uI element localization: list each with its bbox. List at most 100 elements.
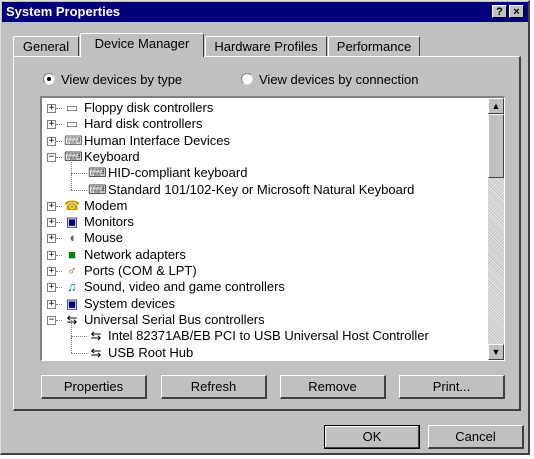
expand-icon[interactable]: + bbox=[47, 120, 56, 130]
tree-connector bbox=[56, 238, 62, 240]
system-properties-window: System Properties ? × General Device Man… bbox=[0, 0, 530, 455]
help-button[interactable]: ? bbox=[492, 5, 507, 18]
tab-hardware-profiles[interactable]: Hardware Profiles bbox=[205, 36, 327, 57]
tree-connector bbox=[56, 319, 62, 321]
tree-connector bbox=[56, 205, 62, 207]
expand-icon[interactable]: + bbox=[47, 299, 56, 309]
usb-icon: ⇆ bbox=[66, 311, 78, 327]
keyboard-icon: ⌨ bbox=[88, 181, 107, 197]
collapse-icon[interactable]: − bbox=[47, 315, 56, 325]
tree-category-item[interactable]: + ♂ Ports (COM & LPT) bbox=[42, 263, 482, 279]
tree-connector bbox=[56, 156, 62, 158]
view-by-type-radio[interactable] bbox=[43, 73, 55, 85]
tree-item-label: Modem bbox=[84, 197, 128, 213]
tree-item-label: Floppy disk controllers bbox=[84, 100, 214, 115]
expand-icon[interactable]: + bbox=[47, 136, 56, 146]
tree-category-item[interactable]: + ▣ Monitors bbox=[42, 214, 482, 230]
tab-performance[interactable]: Performance bbox=[328, 36, 420, 57]
tree-category-item[interactable]: + ♫ Sound, video and game controllers bbox=[42, 279, 482, 295]
title-bar[interactable]: System Properties ? × bbox=[2, 2, 528, 22]
system-icon: ▣ bbox=[65, 295, 79, 311]
floppy-icon: ▭ bbox=[65, 100, 79, 115]
tree-item-label: Network adapters bbox=[84, 246, 186, 262]
mouse-icon: ◖ bbox=[68, 230, 76, 246]
properties-button[interactable]: Properties bbox=[41, 375, 147, 399]
tree-item-label: USB Root Hub bbox=[108, 344, 194, 360]
tree-item-label: Keyboard bbox=[84, 148, 140, 164]
collapse-icon[interactable]: − bbox=[47, 152, 56, 162]
expand-icon[interactable]: + bbox=[47, 234, 56, 244]
keyboard-icon: ⌨ bbox=[88, 165, 107, 181]
tree-connector bbox=[56, 222, 62, 224]
tree-item-label: Ports (COM & LPT) bbox=[84, 263, 197, 278]
expand-icon[interactable]: + bbox=[47, 250, 56, 260]
keyboard-icon: ⌨ bbox=[64, 148, 83, 164]
tree-item-label: Monitors bbox=[84, 214, 134, 230]
tree-category-item[interactable]: + ▭ Floppy disk controllers bbox=[42, 100, 482, 116]
port-icon: ♂ bbox=[67, 263, 77, 278]
refresh-button[interactable]: Refresh bbox=[161, 375, 267, 399]
usb-icon: ⇆ bbox=[90, 344, 102, 360]
tree-connector bbox=[71, 173, 72, 190]
monitor-icon: ▣ bbox=[65, 214, 79, 230]
view-by-connection-option[interactable]: View devices by connection bbox=[241, 71, 418, 87]
tree-device-item[interactable]: ⌨ HID-compliant keyboard bbox=[42, 157, 482, 181]
sound-icon: ♫ bbox=[67, 279, 77, 295]
scroll-thumb[interactable] bbox=[488, 114, 504, 178]
tree-item-label: Hard disk controllers bbox=[84, 116, 203, 132]
tree-category-item[interactable]: + ☎ Modem bbox=[42, 198, 482, 214]
tree-connector bbox=[71, 173, 87, 175]
cancel-button[interactable]: Cancel bbox=[428, 425, 524, 449]
tree-device-item[interactable]: ⇆ Intel 82371AB/EB PCI to USB Universal H… bbox=[42, 320, 482, 344]
view-by-type-label: View devices by type bbox=[61, 71, 183, 87]
tree-connector bbox=[71, 352, 87, 354]
scroll-down-button[interactable]: ▼ bbox=[488, 344, 504, 360]
tree-category-item[interactable]: + ◖ Mouse bbox=[42, 230, 482, 246]
ok-button[interactable]: OK bbox=[324, 425, 420, 449]
tree-category-item[interactable]: + ▭ Hard disk controllers bbox=[42, 116, 482, 132]
usb-icon: ⇆ bbox=[90, 328, 102, 344]
view-by-type-option[interactable]: View devices by type bbox=[43, 71, 182, 87]
window-title: System Properties bbox=[6, 4, 121, 19]
tree-connector bbox=[56, 287, 62, 289]
expand-icon[interactable]: + bbox=[47, 104, 56, 113]
expand-icon[interactable]: + bbox=[47, 218, 56, 228]
tree-item-label: System devices bbox=[84, 295, 176, 311]
remove-button[interactable]: Remove bbox=[280, 375, 386, 399]
network-icon: ■ bbox=[68, 246, 76, 262]
tree-connector bbox=[71, 336, 87, 338]
print-button[interactable]: Print... bbox=[399, 375, 505, 399]
view-by-connection-label: View devices by connection bbox=[259, 71, 419, 87]
tree-category-item[interactable]: + ■ Network adapters bbox=[42, 247, 482, 263]
tree-connector bbox=[56, 140, 62, 142]
tree-item-label: Human Interface Devices bbox=[84, 132, 230, 148]
tree-item-label: Standard 101/102-Key or Microsoft Natura… bbox=[108, 181, 415, 197]
tree-category-item[interactable]: − ⇆ Universal Serial Bus controllers bbox=[42, 312, 482, 328]
tree-category-item[interactable]: + ⌨ Human Interface Devices bbox=[42, 133, 482, 149]
tree-device-item[interactable]: ⌨ Standard 101/102-Key or Microsoft Natur… bbox=[42, 173, 482, 198]
modem-icon: ☎ bbox=[64, 197, 81, 213]
tree-category-item[interactable]: − ⌨ Keyboard bbox=[42, 149, 482, 165]
tree-item-label: Sound, video and game controllers bbox=[84, 279, 285, 295]
close-button[interactable]: × bbox=[509, 5, 524, 18]
expand-icon[interactable]: + bbox=[47, 283, 56, 293]
tree-item-label: Mouse bbox=[84, 230, 124, 246]
expand-icon[interactable]: + bbox=[47, 267, 56, 276]
tab-general[interactable]: General bbox=[13, 36, 79, 57]
tree-item-label: Intel 82371AB/EB PCI to USB Universal Ho… bbox=[108, 328, 429, 344]
scroll-up-button[interactable]: ▲ bbox=[488, 98, 504, 114]
tree-connector bbox=[56, 108, 62, 109]
tree-connector bbox=[56, 124, 62, 126]
tree-device-item[interactable]: ⇆ USB Root Hub bbox=[42, 336, 482, 361]
tree-category-item[interactable]: + ▣ System devices bbox=[42, 296, 482, 312]
tree-connector bbox=[71, 157, 72, 174]
expand-icon[interactable]: + bbox=[47, 201, 56, 211]
tree-connector bbox=[71, 336, 72, 353]
tree-scrollbar[interactable]: ▲ ▼ bbox=[488, 98, 504, 360]
tab-device-manager[interactable]: Device Manager bbox=[80, 33, 204, 57]
tree-connector bbox=[71, 320, 72, 337]
tree-connector bbox=[56, 303, 62, 305]
view-by-connection-radio[interactable] bbox=[241, 73, 253, 85]
hid-icon: ⌨ bbox=[64, 132, 83, 148]
device-tree[interactable]: + ▭ Floppy disk controllers + ▭ Hard disk con… bbox=[40, 96, 505, 361]
